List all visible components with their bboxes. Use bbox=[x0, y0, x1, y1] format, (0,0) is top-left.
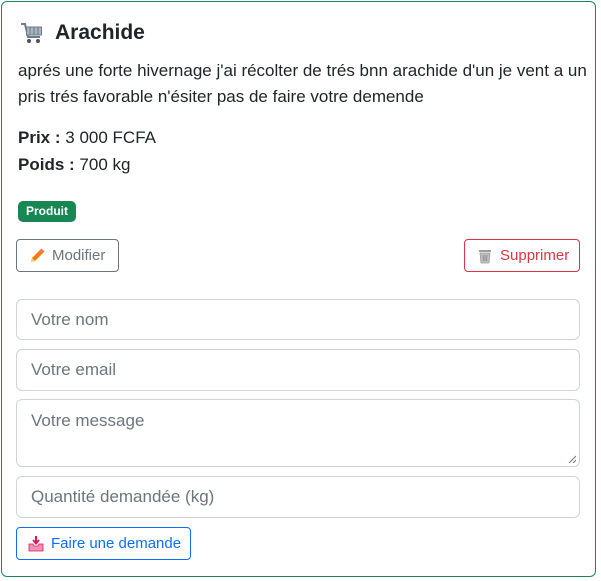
price-value: 3 000 FCFA bbox=[65, 128, 156, 147]
pencil-icon bbox=[31, 248, 45, 262]
message-placeholder: Votre message bbox=[31, 411, 145, 430]
resize-handle-icon[interactable] bbox=[568, 455, 576, 463]
price-line: Prix : 3 000 FCFA bbox=[18, 128, 156, 148]
shopping-cart-icon bbox=[21, 23, 42, 43]
weight-line: Poids : 700 kg bbox=[18, 155, 130, 175]
name-input[interactable]: Votre nom bbox=[16, 299, 580, 340]
delete-button[interactable]: Supprimer bbox=[464, 239, 580, 272]
request-button[interactable]: Faire une demande bbox=[16, 527, 191, 560]
request-button-label: Faire une demande bbox=[51, 535, 182, 552]
message-textarea[interactable]: Votre message bbox=[16, 399, 580, 467]
weight-value: 700 kg bbox=[79, 155, 131, 174]
product-header: Arachide bbox=[19, 20, 145, 46]
quantity-input[interactable]: Quantité demandée (kg) bbox=[16, 476, 580, 518]
product-badge: Produit bbox=[18, 201, 76, 222]
product-description: aprés une forte hivernage j'ai récolter … bbox=[18, 61, 587, 106]
weight-label: Poids : bbox=[18, 155, 75, 174]
edit-button-label: Modifier bbox=[52, 247, 106, 264]
product-title: Arachide bbox=[55, 21, 145, 44]
trash-icon bbox=[479, 249, 491, 263]
email-input[interactable]: Votre email bbox=[16, 349, 580, 391]
edit-button[interactable]: Modifier bbox=[16, 239, 119, 272]
inbox-tray-icon bbox=[28, 535, 44, 551]
price-label: Prix : bbox=[18, 128, 61, 147]
delete-button-label: Supprimer bbox=[500, 247, 570, 264]
